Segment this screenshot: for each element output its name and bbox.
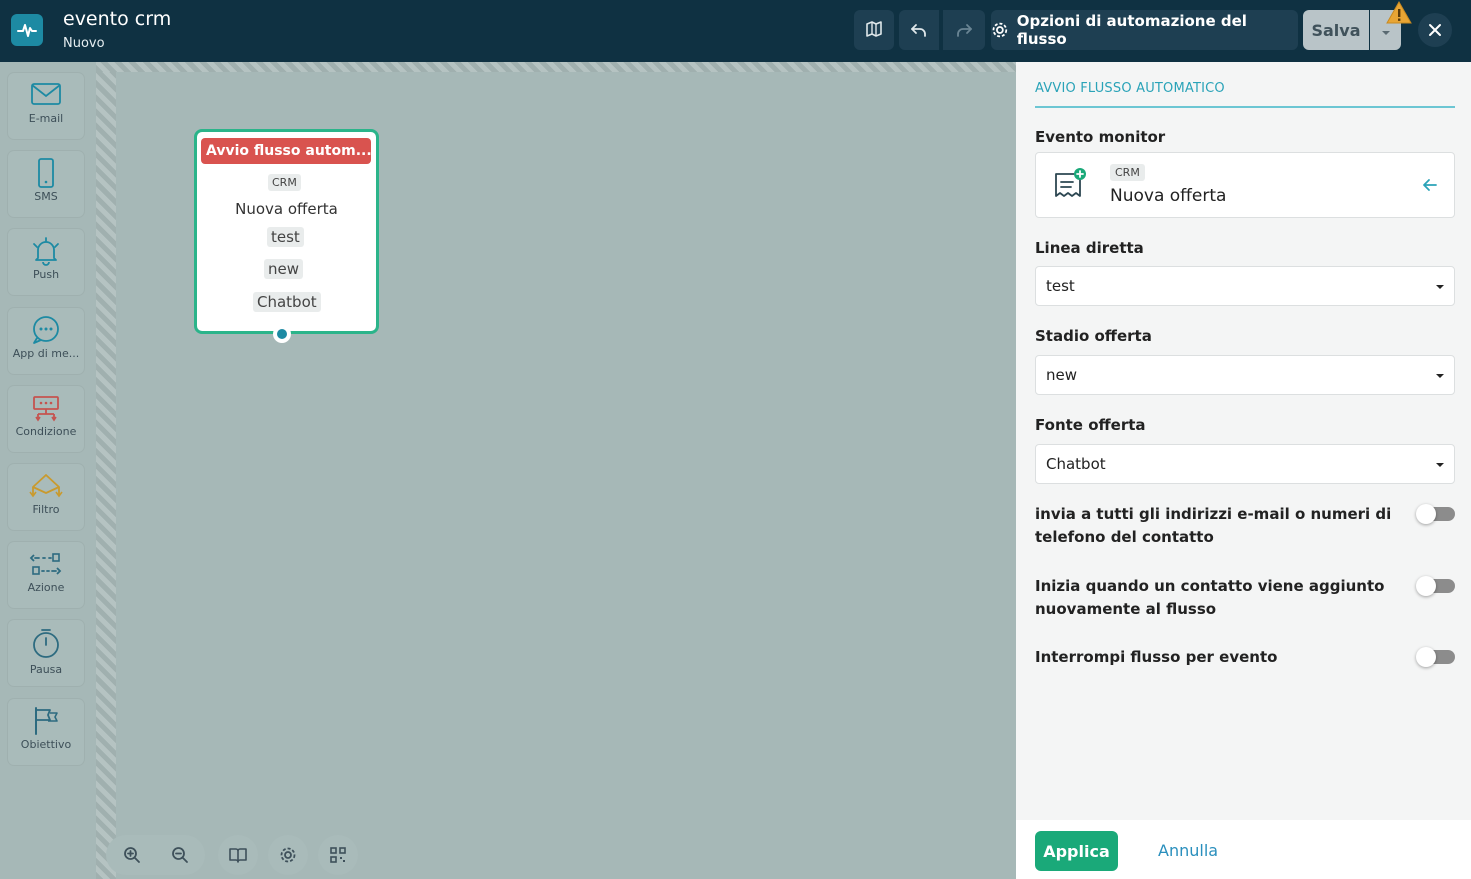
condition-icon	[33, 396, 59, 422]
line-select-value: test	[1046, 277, 1075, 295]
stage-label: Stadio offerta	[1035, 327, 1152, 345]
zoom-out-icon	[171, 847, 188, 863]
monitor-label: Evento monitor	[1035, 128, 1166, 146]
node-output-port[interactable]	[273, 325, 291, 343]
palette-messaging-app[interactable]: App di me...	[8, 308, 84, 374]
filter-icon	[29, 474, 63, 498]
palette-label: Azione	[27, 581, 65, 594]
toggle-readd-label: Inizia quando un contatto viene aggiunto…	[1035, 577, 1385, 618]
palette-sms[interactable]: SMS	[8, 151, 84, 217]
mail-icon	[31, 83, 61, 105]
toggle-stop-label: Interrompi flusso per evento	[1035, 648, 1278, 666]
undo-icon	[911, 24, 926, 37]
source-select-value: Chatbot	[1046, 455, 1106, 473]
stage-select[interactable]: new	[1035, 355, 1455, 395]
palette-label: SMS	[34, 190, 58, 203]
apply-button[interactable]: Applica	[1035, 831, 1118, 871]
zoom-controls	[106, 835, 205, 875]
book-icon	[866, 21, 882, 37]
grid-icon	[330, 847, 346, 863]
chat-bubble-icon	[33, 316, 59, 344]
palette-label: Push	[32, 268, 60, 281]
undo-button[interactable]	[899, 10, 939, 50]
cancel-button[interactable]: Annulla	[1158, 841, 1218, 860]
palette-label: Filtro	[32, 503, 60, 516]
start-node[interactable]: Avvio flusso autom... CRM Nuova offerta …	[194, 129, 379, 334]
element-palette: E-mail SMS Push App di me... Condizione …	[0, 62, 96, 879]
node-tag-line: test	[267, 227, 304, 247]
guide-button[interactable]	[218, 835, 258, 875]
panel-title-underline	[1035, 106, 1455, 108]
caret-down-icon	[1436, 463, 1444, 467]
source-label: Fonte offerta	[1035, 416, 1146, 434]
caret-down-icon	[1436, 374, 1444, 378]
palette-goal[interactable]: Obiettivo	[8, 699, 84, 765]
bell-icon	[33, 237, 59, 266]
zoom-in-button[interactable]	[108, 846, 156, 864]
close-button[interactable]	[1418, 13, 1452, 47]
flow-options-button[interactable]: Opzioni di automazione del flusso	[991, 10, 1298, 50]
palette-push[interactable]: Push	[8, 229, 84, 295]
flow-options-label: Opzioni di automazione del flusso	[1016, 12, 1247, 48]
panel-title: AVVIO FLUSSO AUTOMATICO	[1035, 81, 1225, 96]
top-bar: evento crm Nuovo Opzioni di automazione …	[0, 0, 1471, 62]
toggle-all-addresses[interactable]	[1416, 504, 1455, 524]
action-icon	[29, 553, 62, 575]
palette-condition[interactable]: Condizione	[8, 386, 84, 452]
node-crm-tag: CRM	[268, 174, 301, 191]
documentation-button[interactable]	[854, 10, 894, 50]
node-event-name: Nuova offerta	[235, 200, 338, 218]
panel-footer: Applica Annulla	[1016, 820, 1471, 879]
properties-panel: AVVIO FLUSSO AUTOMATICO Evento monitor C…	[1016, 62, 1471, 879]
zoom-in-icon	[123, 847, 140, 863]
settings-icon	[280, 847, 296, 863]
node-tag-source: Chatbot	[253, 292, 321, 312]
warning-icon[interactable]	[1386, 0, 1412, 29]
timer-icon	[33, 629, 59, 658]
redo-button[interactable]	[943, 10, 985, 50]
gear-icon	[992, 22, 1008, 38]
toggle-readd[interactable]	[1416, 576, 1455, 596]
source-select[interactable]: Chatbot	[1035, 444, 1455, 484]
toggle-all-addresses-label: invia a tutti gli indirizzi e-mail o num…	[1035, 505, 1392, 546]
canvas-settings-button[interactable]	[268, 835, 308, 875]
line-label: Linea diretta	[1035, 239, 1144, 257]
palette-label: Condizione	[15, 425, 77, 438]
book-open-icon	[229, 848, 247, 863]
node-tag-stage: new	[264, 259, 304, 279]
save-button[interactable]: Salva	[1303, 10, 1369, 50]
monitor-event-card[interactable]: CRM Nuova offerta	[1035, 152, 1455, 218]
line-select[interactable]: test	[1035, 266, 1455, 306]
phone-icon	[38, 158, 54, 188]
caret-down-icon	[1436, 285, 1444, 289]
app-logo-icon	[11, 14, 43, 46]
zoom-out-button[interactable]	[156, 846, 204, 864]
palette-filter[interactable]: Filtro	[8, 464, 84, 530]
palette-label: App di me...	[12, 347, 80, 360]
start-node-title: Avvio flusso autom...	[201, 138, 371, 164]
stage-select-value: new	[1046, 366, 1078, 384]
monitor-event-name: Nuova offerta	[1110, 186, 1227, 206]
arrow-left-icon[interactable]	[1422, 177, 1438, 197]
flow-title[interactable]: evento crm	[63, 8, 171, 30]
palette-email[interactable]: E-mail	[8, 73, 84, 139]
toggle-stop-on-event[interactable]	[1416, 647, 1455, 667]
chevron-down-icon	[1381, 31, 1390, 35]
palette-pause[interactable]: Pausa	[8, 620, 84, 686]
flag-icon	[35, 707, 58, 735]
redo-icon	[957, 24, 972, 37]
canvas-border-top	[96, 62, 1016, 72]
canvas-border-left	[96, 62, 116, 879]
monitor-crm-tag: CRM	[1110, 164, 1145, 181]
flow-status: Nuovo	[63, 36, 105, 51]
palette-action[interactable]: Azione	[8, 542, 84, 608]
palette-label: Pausa	[29, 663, 63, 676]
offer-add-icon	[1052, 166, 1092, 210]
minimap-button[interactable]	[318, 835, 358, 875]
close-icon	[1429, 24, 1441, 36]
palette-label: Obiettivo	[20, 738, 72, 751]
palette-label: E-mail	[28, 112, 64, 125]
